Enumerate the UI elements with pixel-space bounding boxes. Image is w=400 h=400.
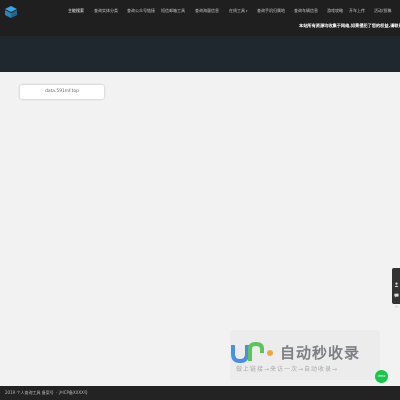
search-hero: [0, 36, 400, 97]
seo-watermark: 自动秒收录 做上链接→来访一次→自动收录→: [230, 330, 380, 380]
site-logo-icon[interactable]: [4, 4, 18, 18]
nav-item-entity[interactable]: 查询实体分类: [94, 8, 118, 14]
nav-item-tools-label: 在线工具: [229, 8, 245, 13]
footer-copyright: 2019 个人查询工具 备案号: [5, 390, 54, 395]
nav-item-wechat[interactable]: 查询公众号链接: [127, 8, 155, 14]
nav-item-activity[interactable]: 活动/投稿: [374, 8, 391, 14]
top-navbar: 主能搜索 查询实体分类 查询公众号链接 短信邮箱工具 查询海量信息 在线工具▾ …: [0, 0, 400, 36]
nav-item-upload[interactable]: 开车上传: [349, 8, 365, 14]
chevron-down-icon: ▾: [246, 9, 248, 13]
nav-item-massive[interactable]: 查询海量信息: [195, 8, 219, 14]
floating-chat-button[interactable]: dmo: [375, 370, 388, 383]
nav-item-tools[interactable]: 在线工具▾: [229, 8, 248, 14]
watermark-subtitle: 做上链接→来访一次→自动收录→: [236, 366, 339, 373]
notice-marquee: 本站所有资源均收集于网络,如果侵犯了您的权益,请联系: [299, 23, 400, 28]
chat-icon[interactable]: [394, 283, 399, 298]
nav-item-phone[interactable]: 查询手机归属地: [257, 8, 285, 14]
nav-item-vehicle[interactable]: 查询车辆信息: [294, 8, 318, 14]
arrow-up-icon[interactable]: [394, 294, 399, 308]
footer-icp-link[interactable]: · 沪ICP备XXXX号: [56, 390, 88, 396]
watermark-title: 自动秒收录: [280, 344, 361, 362]
nav-item-search[interactable]: 主能搜索: [68, 8, 84, 14]
nav-item-sms[interactable]: 短信邮箱工具: [161, 8, 185, 14]
nav-item-game[interactable]: 游戏攻略: [327, 8, 343, 14]
user-icon[interactable]: [394, 272, 399, 287]
footer: 2019 个人查询工具 备案号 · 沪ICP备XXXX号: [0, 386, 400, 400]
watermark-logo-icon: [230, 340, 278, 364]
side-toolbar: [392, 268, 400, 308]
domain-button[interactable]: data.591mf.top: [20, 85, 104, 99]
